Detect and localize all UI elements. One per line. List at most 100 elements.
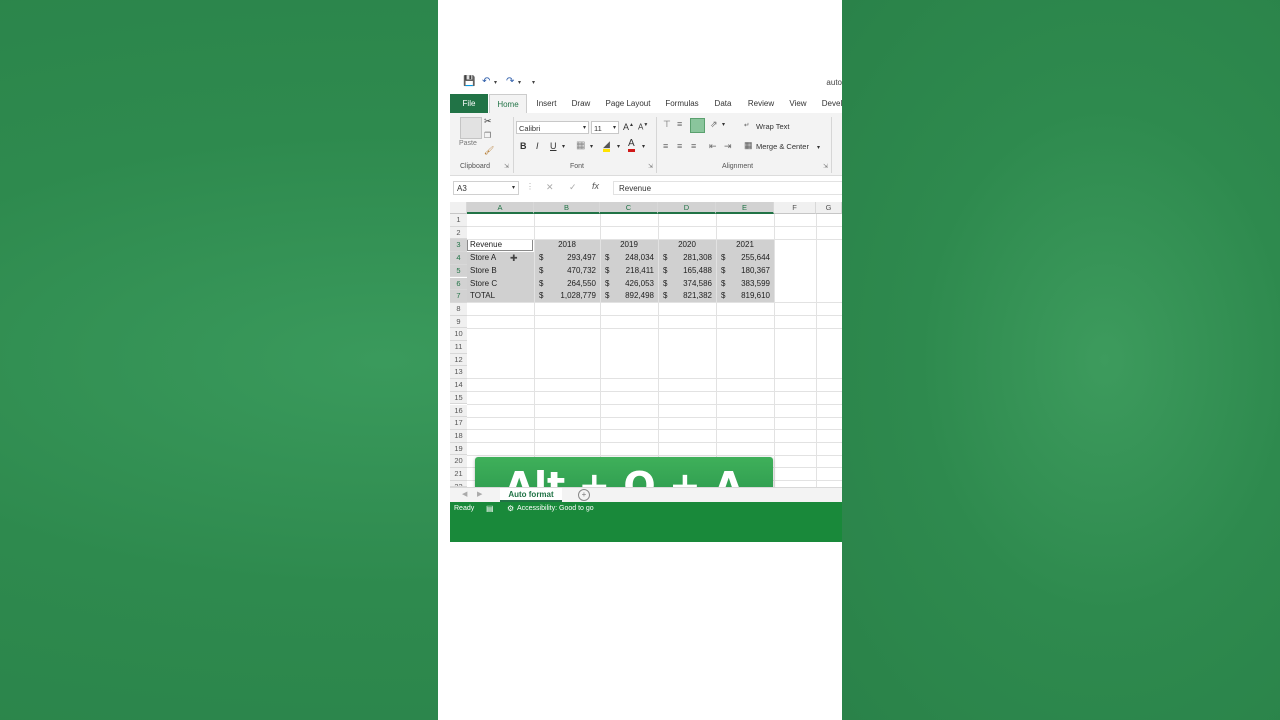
increase-indent-icon[interactable]: ⇥: [724, 141, 732, 152]
sheet-tab-auto-format[interactable]: Auto format: [500, 488, 562, 502]
table-header-cell[interactable]: Revenue: [470, 239, 502, 252]
tab-view[interactable]: View: [785, 94, 811, 113]
borders-icon[interactable]: ▦: [576, 140, 585, 151]
save-icon[interactable]: 💾: [463, 76, 475, 87]
column-header-g[interactable]: G: [816, 202, 842, 214]
table-row-label[interactable]: Store A: [470, 252, 496, 265]
chevron-down-icon[interactable]: ▾: [722, 121, 725, 128]
table-cell[interactable]: 180,367: [726, 265, 770, 278]
table-cell[interactable]: 293,497: [545, 252, 596, 265]
font-color-icon[interactable]: A: [628, 139, 635, 152]
align-center-icon[interactable]: ≡: [677, 141, 682, 151]
customize-qat-icon[interactable]: ▾: [532, 79, 535, 86]
tab-insert[interactable]: Insert: [530, 94, 563, 113]
table-row-label[interactable]: Store C: [470, 278, 497, 291]
row-header[interactable]: 17: [450, 417, 467, 430]
table-header-cell[interactable]: 2021: [716, 239, 774, 252]
row-header[interactable]: 12: [450, 353, 467, 367]
table-cell[interactable]: 821,382: [668, 290, 712, 303]
row-header[interactable]: 19: [450, 442, 467, 456]
scroll-right-icon[interactable]: ▶: [477, 490, 482, 498]
row-header[interactable]: 21: [450, 468, 467, 481]
fill-color-icon[interactable]: ◢: [603, 139, 610, 152]
add-sheet-icon[interactable]: +: [578, 489, 590, 501]
tab-draw[interactable]: Draw: [566, 94, 596, 113]
wrap-text-button[interactable]: Wrap Text: [756, 122, 790, 131]
decrease-font-icon[interactable]: A▼: [638, 122, 648, 132]
tab-data[interactable]: Data: [710, 94, 736, 113]
row-header[interactable]: 11: [450, 341, 467, 354]
table-cell[interactable]: 374,586: [668, 278, 712, 291]
row-header[interactable]: 4: [450, 252, 467, 265]
column-header-b[interactable]: B: [534, 202, 600, 214]
row-header[interactable]: 8: [450, 302, 467, 316]
macro-record-icon[interactable]: ▤: [486, 504, 494, 513]
align-top-icon[interactable]: ⊤: [663, 119, 671, 130]
undo-dropdown-icon[interactable]: ▾: [494, 79, 497, 86]
column-header-d[interactable]: D: [658, 202, 716, 214]
row-header[interactable]: 9: [450, 315, 467, 329]
accessibility-status[interactable]: Accessibility: Good to go: [517, 505, 594, 512]
scroll-left-icon[interactable]: ◀: [462, 490, 467, 498]
table-cell[interactable]: 264,550: [545, 278, 596, 291]
increase-font-icon[interactable]: A▲: [623, 122, 634, 132]
align-bottom-icon[interactable]: [690, 118, 705, 133]
column-header-a[interactable]: A: [467, 202, 534, 214]
chevron-down-icon[interactable]: ▾: [642, 143, 645, 150]
row-header[interactable]: 16: [450, 404, 467, 418]
enter-icon[interactable]: ✓: [569, 182, 577, 193]
clipboard-launcher-icon[interactable]: ⇲: [504, 163, 509, 170]
worksheet-grid[interactable]: A B C D E F G 1 2 3 4 5 6 7 8 9 10 11 12…: [450, 202, 842, 515]
select-all-corner[interactable]: [450, 202, 467, 214]
table-header-cell[interactable]: 2019: [600, 239, 658, 252]
bold-button[interactable]: B: [520, 141, 527, 151]
name-box[interactable]: A3 ▾: [453, 181, 519, 195]
row-header[interactable]: 20: [450, 455, 467, 468]
table-cell[interactable]: 819,610: [726, 290, 770, 303]
table-header-cell[interactable]: 2018: [534, 239, 600, 252]
tab-home[interactable]: Home: [489, 94, 527, 113]
redo-dropdown-icon[interactable]: ▾: [518, 79, 521, 86]
tab-developer[interactable]: Devel: [818, 94, 842, 113]
font-size-select[interactable]: 11 ▾: [591, 121, 619, 134]
table-cell[interactable]: 165,488: [668, 265, 712, 278]
table-row-label[interactable]: TOTAL: [470, 290, 495, 303]
row-header[interactable]: 5: [450, 264, 467, 278]
row-header[interactable]: 7: [450, 290, 467, 303]
tab-page-layout[interactable]: Page Layout: [602, 94, 654, 113]
chevron-down-icon[interactable]: ▾: [817, 144, 820, 151]
alignment-launcher-icon[interactable]: ⇲: [823, 163, 828, 170]
merge-center-button[interactable]: Merge & Center: [756, 142, 809, 151]
chevron-down-icon[interactable]: ▾: [617, 143, 620, 150]
table-cell[interactable]: 248,034: [610, 252, 654, 265]
row-header[interactable]: 1: [450, 214, 467, 227]
tab-formulas[interactable]: Formulas: [660, 94, 704, 113]
row-header[interactable]: 14: [450, 379, 467, 392]
chevron-down-icon[interactable]: ▾: [562, 143, 565, 150]
row-header[interactable]: 6: [450, 277, 467, 291]
align-middle-icon[interactable]: ≡: [677, 119, 682, 129]
orientation-icon[interactable]: ⇗: [710, 119, 718, 130]
row-header[interactable]: 3: [450, 239, 467, 253]
row-header[interactable]: 15: [450, 391, 467, 405]
formula-input[interactable]: Revenue: [613, 181, 842, 195]
table-row-label[interactable]: Store B: [470, 265, 497, 278]
format-painter-icon[interactable]: 🖌: [484, 146, 494, 155]
italic-button[interactable]: I: [536, 141, 539, 151]
tab-file[interactable]: File: [450, 94, 488, 113]
row-header[interactable]: 18: [450, 429, 467, 443]
table-cell[interactable]: 255,644: [726, 252, 770, 265]
chevron-down-icon[interactable]: ▾: [590, 143, 593, 150]
row-header[interactable]: 10: [450, 328, 467, 341]
redo-icon[interactable]: ↷: [506, 76, 514, 87]
column-header-c[interactable]: C: [600, 202, 658, 214]
table-cell[interactable]: 426,053: [610, 278, 654, 291]
table-cell[interactable]: 383,599: [726, 278, 770, 291]
row-header[interactable]: 13: [450, 366, 467, 380]
row-header[interactable]: 2: [450, 226, 467, 240]
paste-icon[interactable]: [460, 117, 482, 139]
cancel-icon[interactable]: ✕: [546, 182, 554, 193]
table-cell[interactable]: 892,498: [610, 290, 654, 303]
table-header-cell[interactable]: 2020: [658, 239, 716, 252]
align-left-icon[interactable]: ≡: [663, 141, 668, 151]
